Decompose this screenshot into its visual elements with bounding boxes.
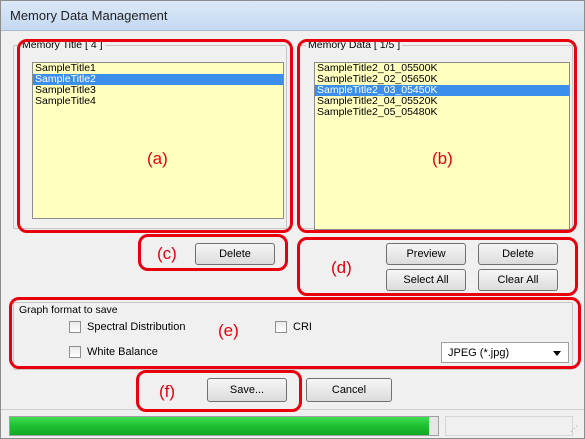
preview-button[interactable]: Preview bbox=[386, 243, 466, 265]
checkbox-box[interactable] bbox=[275, 321, 287, 333]
window-title: Memory Data Management bbox=[10, 8, 168, 23]
annotation-label-d: (d) bbox=[331, 258, 352, 277]
delete-title-button[interactable]: Delete bbox=[195, 243, 275, 265]
clear-all-button[interactable]: Clear All bbox=[478, 269, 558, 291]
memory-data-management-window: Memory Data Management Memory Title [ 4 … bbox=[0, 0, 585, 439]
progress-fill bbox=[10, 417, 430, 435]
spectral-distribution-label: Spectral Distribution bbox=[87, 321, 186, 333]
annotation-label-c: (c) bbox=[157, 244, 177, 263]
checkbox-box[interactable] bbox=[69, 321, 81, 333]
spectral-distribution-checkbox[interactable]: Spectral Distribution bbox=[69, 321, 185, 333]
status-pane bbox=[445, 416, 573, 436]
image-format-value: JPEG (*.jpg) bbox=[448, 346, 510, 359]
annotation-label-e: (e) bbox=[218, 321, 239, 340]
status-bar: ⋰ bbox=[1, 409, 584, 438]
annotation-label-f: (f) bbox=[159, 382, 176, 401]
list-item[interactable]: SampleTitle4 bbox=[33, 96, 283, 107]
save-button[interactable]: Save... bbox=[207, 378, 287, 402]
delete-data-button[interactable]: Delete bbox=[478, 243, 558, 265]
graph-format-legend: Graph format to save bbox=[17, 304, 120, 316]
memory-data-list[interactable]: SampleTitle2_01_05500K SampleTitle2_02_05… bbox=[314, 62, 570, 230]
title-bar[interactable]: Memory Data Management bbox=[1, 1, 584, 31]
cancel-button[interactable]: Cancel bbox=[306, 378, 392, 402]
cri-label: CRI bbox=[293, 321, 312, 333]
memory-data-legend: Memory Data [ 1/5 ] bbox=[306, 39, 403, 51]
chevron-down-icon[interactable] bbox=[553, 351, 561, 356]
list-item[interactable]: SampleTitle2_05_05480K bbox=[315, 107, 569, 118]
image-format-select[interactable]: JPEG (*.jpg) bbox=[441, 342, 569, 363]
resize-grip-icon[interactable]: ⋰ bbox=[570, 425, 580, 435]
checkbox-box[interactable] bbox=[69, 346, 81, 358]
memory-title-list[interactable]: SampleTitle1 SampleTitle2 SampleTitle3 Samp… bbox=[32, 62, 284, 219]
annotation-label-b: (b) bbox=[432, 149, 453, 168]
select-all-button[interactable]: Select All bbox=[386, 269, 466, 291]
progress-bar bbox=[9, 416, 439, 436]
white-balance-label: White Balance bbox=[87, 346, 158, 358]
annotation-label-a: (a) bbox=[147, 149, 168, 168]
memory-title-legend: Memory Title [ 4 ] bbox=[20, 39, 105, 51]
cri-checkbox[interactable]: CRI bbox=[275, 321, 312, 333]
white-balance-checkbox[interactable]: White Balance bbox=[69, 346, 158, 358]
